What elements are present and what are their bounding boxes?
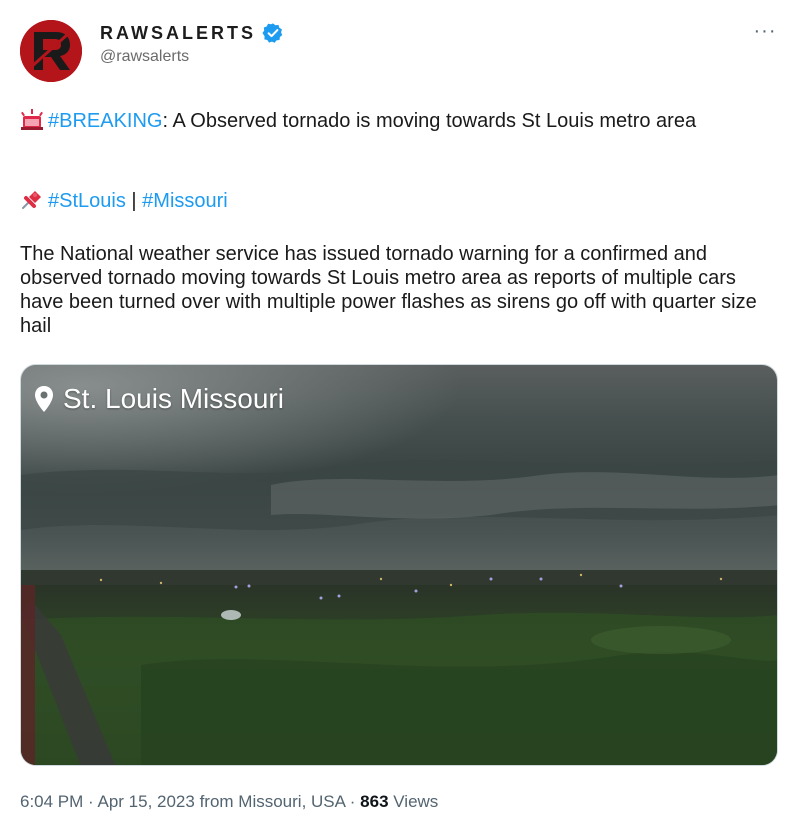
display-name[interactable]: RAWSALERTS	[100, 23, 256, 44]
verified-badge-icon	[262, 22, 284, 44]
location-overlay: St. Louis Missouri	[33, 383, 284, 415]
views-count[interactable]: 863	[360, 792, 388, 811]
breaking-text: : A Observed tornado is moving towards S…	[162, 110, 697, 132]
tweet-media-image[interactable]: St. Louis Missouri	[20, 364, 778, 766]
tweet-paragraph-breaking: #BREAKING: A Observed tornado is moving …	[20, 108, 780, 133]
tweet-source: from Missouri, USA	[194, 792, 346, 811]
tweet-header: RAWSALERTS @rawsalerts ···	[20, 18, 780, 88]
hashtag-missouri[interactable]: #Missouri	[142, 190, 228, 212]
storm-scene-image	[21, 365, 777, 765]
meta-separator: ·	[83, 792, 98, 811]
author-block[interactable]: RAWSALERTS @rawsalerts	[100, 22, 284, 66]
handle[interactable]: @rawsalerts	[100, 48, 284, 66]
hashtag-stlouis[interactable]: #StLouis	[48, 190, 126, 212]
pushpin-icon	[20, 188, 46, 210]
location-pin-icon	[33, 385, 55, 413]
views-label: Views	[388, 792, 439, 811]
tweet-meta: 6:04 PM · Apr 15, 2023 from Missouri, US…	[20, 792, 438, 812]
meta-separator: ·	[345, 792, 361, 811]
tweet-paragraph-body: The National weather service has issued …	[20, 243, 757, 337]
location-text: St. Louis Missouri	[63, 383, 284, 414]
tweet-paragraph-hashtags: #StLouis | #Missouri	[20, 188, 780, 213]
more-icon[interactable]: ···	[750, 21, 780, 46]
timestamp-time[interactable]: 6:04 PM	[20, 792, 83, 811]
rotating-light-icon	[20, 108, 46, 130]
avatar[interactable]	[20, 20, 82, 82]
hashtag-separator: |	[125, 190, 143, 212]
hashtag-breaking[interactable]: #BREAKING	[48, 110, 162, 132]
timestamp-date[interactable]: Apr 15, 2023	[97, 792, 194, 811]
